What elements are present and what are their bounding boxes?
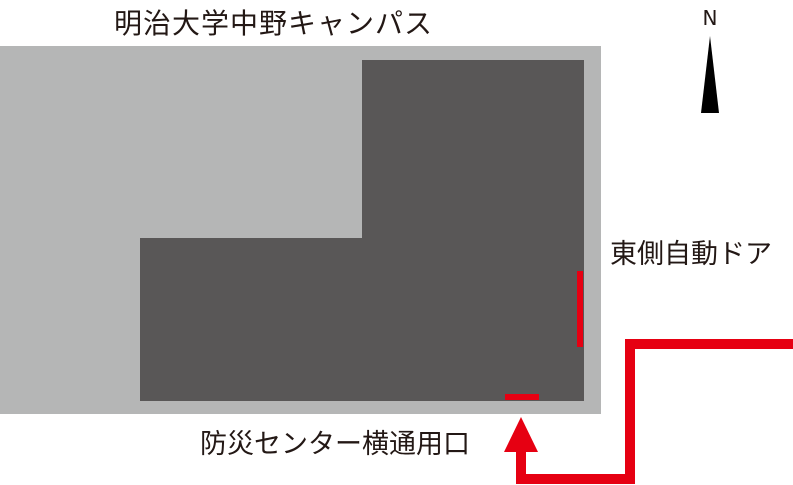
north-arrow-icon bbox=[701, 36, 719, 113]
route-arrow-icon bbox=[504, 417, 538, 452]
east-door-label: 東側自動ドア bbox=[610, 239, 772, 270]
south-door-label: 防災センター横通用口 bbox=[200, 429, 470, 460]
south-door-marker bbox=[505, 394, 539, 400]
compass-north-label: N bbox=[702, 6, 718, 30]
east-door-marker bbox=[577, 271, 583, 347]
